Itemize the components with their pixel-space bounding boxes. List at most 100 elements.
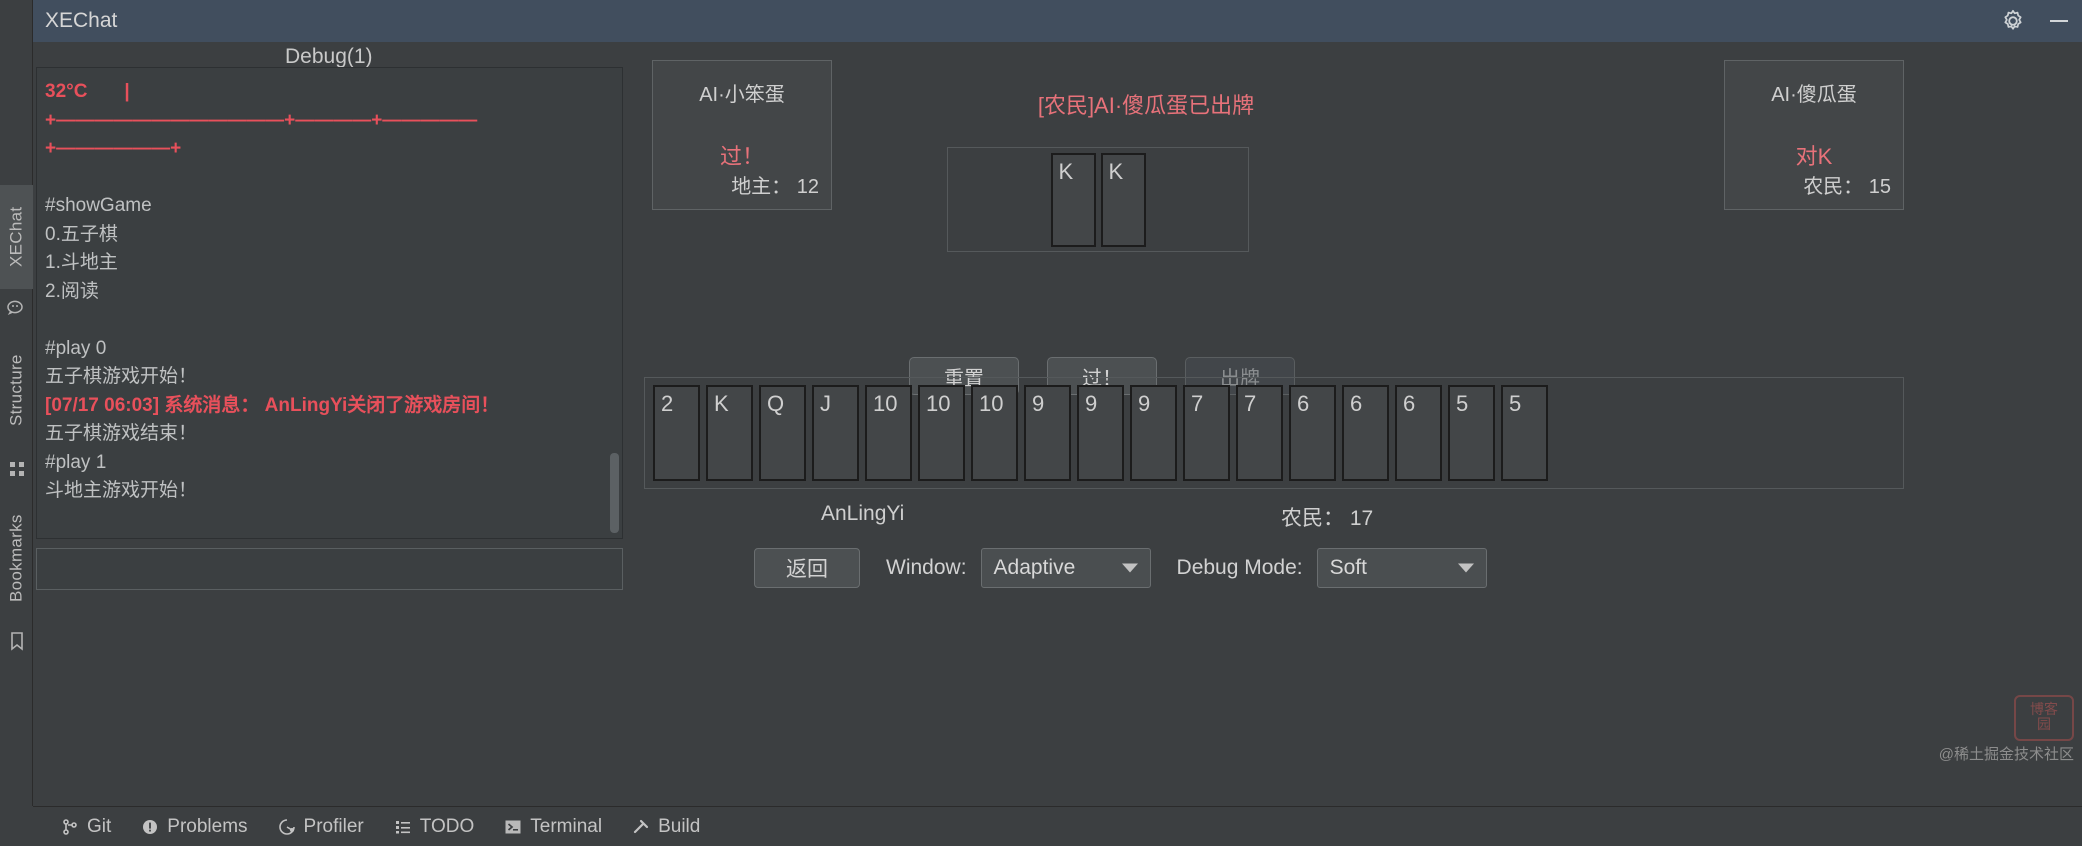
app-window: XEChat Structure Bookmarks XEChat Debug(… (0, 0, 2082, 846)
window-title-bar: XEChat (33, 0, 2082, 42)
wechat-icon[interactable] (0, 292, 33, 326)
gear-icon[interactable] (1990, 0, 2036, 42)
console-line: 五子棋游戏开始！ (45, 366, 198, 387)
hand-card[interactable]: 10 (971, 385, 1018, 481)
hand-card[interactable]: 7 (1183, 385, 1230, 481)
hand-card[interactable]: J (812, 385, 859, 481)
console-line: [07/17 06:03] 系统消息： AnLingYi关闭了游戏房间！ (45, 394, 500, 416)
git-branch-icon (61, 818, 79, 836)
structure-icon[interactable] (0, 452, 33, 486)
status-bar-item-problems[interactable]: Problems (141, 815, 248, 838)
hand-card[interactable]: 10 (865, 385, 912, 481)
tab-debug-label: Debug(1) (285, 45, 373, 68)
todo-list-icon (394, 818, 412, 836)
hand-card[interactable]: K (706, 385, 753, 481)
status-bar-item-terminal[interactable]: Terminal (504, 816, 602, 838)
console-line: 斗地主游戏开始！ (45, 480, 198, 501)
hand-card[interactable]: 6 (1289, 385, 1336, 481)
console-line: 0.五子棋 (45, 223, 118, 245)
console-scrollbar[interactable] (610, 453, 619, 533)
console-line: 32°C | (45, 81, 130, 102)
hand-card[interactable]: 10 (918, 385, 965, 481)
debug-mode-value: Soft (1329, 556, 1367, 579)
console-line: #play 1 (45, 451, 107, 473)
sidebar-item-structure[interactable]: Structure (0, 330, 33, 450)
sidebar-item-label: Bookmarks (6, 514, 26, 602)
ai-player-right: AI·傻瓜蛋 对K 农民： 15 (1724, 60, 1904, 210)
hand-card[interactable]: 5 (1448, 385, 1495, 481)
console-line: 2.阅读 (45, 280, 99, 302)
status-bar-item-label: Build (658, 815, 701, 837)
status-bar-item-todo[interactable]: TODO (394, 815, 475, 838)
profiler-icon (278, 818, 296, 836)
window-mode-label: Window: (886, 556, 967, 579)
ai-right-card-count: 农民： 15 (1803, 176, 1891, 198)
tab-debug[interactable]: Debug(1) (285, 45, 373, 69)
console-line: 1.斗地主 (45, 252, 118, 273)
chevron-down-icon (1457, 563, 1474, 573)
debug-mode-label: Debug Mode: (1176, 556, 1303, 579)
title-bar-actions (1990, 0, 2082, 42)
left-tool-strip: XEChat Structure Bookmarks (0, 0, 33, 806)
status-bar-item-git[interactable]: Git (61, 816, 111, 838)
problems-icon (141, 818, 159, 836)
window-mode-value: Adaptive (993, 556, 1076, 579)
ai-player-left: AI·小笨蛋 过！ 地主： 12 (652, 60, 832, 210)
sidebar-item-xechat[interactable]: XEChat (0, 185, 33, 289)
bottom-controls: 返回 Window: Adaptive Debug Mode: Soft (754, 548, 1487, 588)
hand-card[interactable]: 2 (653, 385, 700, 481)
played-cards-area: KK (947, 147, 1249, 252)
status-bar: Git Problems Profiler TODO Terminal Build (33, 806, 2082, 846)
status-bar-item-label: TODO (419, 815, 475, 837)
status-bar-item-build[interactable]: Build (632, 816, 700, 838)
console-line: +————————————+————+————— (45, 109, 478, 131)
player-hand-list: 2 K Q J 10 10 10 9 9 9 7 7 6 6 6 5 5 (653, 385, 1548, 481)
played-card: K (1050, 152, 1096, 247)
watermark-text: @稀土掘金技术社区 (1938, 746, 2074, 763)
sidebar-item-label: Structure (6, 354, 26, 426)
terminal-icon (504, 818, 522, 836)
ai-right-action: 对K (1795, 144, 1833, 169)
minimize-icon[interactable] (2036, 0, 2082, 42)
hand-card[interactable]: 6 (1342, 385, 1389, 481)
status-bar-item-label: Problems (167, 815, 248, 837)
window-mode-select[interactable]: Adaptive (980, 548, 1151, 588)
status-bar-item-label: Git (87, 815, 112, 837)
debug-mode-select[interactable]: Soft (1316, 548, 1487, 588)
hand-card[interactable]: 9 (1024, 385, 1071, 481)
bookmark-icon[interactable] (0, 624, 33, 658)
status-bar-item-label: Profiler (303, 815, 364, 837)
ai-right-name: AI·傻瓜蛋 (1771, 84, 1857, 106)
console-line: #showGame (45, 195, 152, 216)
sidebar-item-label: XEChat (6, 206, 26, 268)
player-card-count: 农民： 17 (1281, 507, 1374, 530)
console-line: 五子棋游戏结束！ (45, 423, 198, 444)
watermark-badge: 博客 园 (2014, 695, 2074, 741)
hand-card[interactable]: Q (759, 385, 806, 481)
sidebar-item-bookmarks[interactable]: Bookmarks (0, 494, 33, 622)
hand-card[interactable]: 6 (1395, 385, 1442, 481)
ai-left-card-count: 地主： 12 (731, 176, 819, 198)
hand-card[interactable]: 7 (1236, 385, 1283, 481)
watermark-badge-line2: 园 (2037, 716, 2051, 732)
played-cards-list: KK (948, 148, 1248, 251)
ai-left-action: 过！ (719, 144, 764, 169)
debug-console[interactable]: 32°C | +————————————+————+————— +——————+ #s… (36, 67, 623, 539)
player-name: AnLingYi (821, 502, 905, 525)
status-bar-item-profiler[interactable]: Profiler (278, 816, 364, 838)
game-status-message: [农民]AI·傻瓜蛋已出牌 (1037, 93, 1255, 118)
back-button[interactable]: 返回 (754, 548, 860, 588)
game-panel: AI·小笨蛋 过！ 地主： 12 AI·傻瓜蛋 对K 农民： 15 [农民]AI… (636, 42, 2082, 806)
chevron-down-icon (1121, 563, 1138, 573)
hand-card[interactable]: 9 (1130, 385, 1177, 481)
hand-card[interactable]: 9 (1077, 385, 1124, 481)
watermark: 博客 园 @稀土掘金技术社区 (1939, 695, 2074, 764)
console-line: #play 0 (45, 337, 107, 359)
watermark-badge-line1: 博客 (2030, 701, 2058, 717)
console-output: 32°C | +————————————+————+————— +——————+ #s… (37, 68, 622, 506)
hand-card[interactable]: 5 (1501, 385, 1548, 481)
console-line: +——————+ (45, 138, 182, 159)
command-input[interactable] (36, 548, 623, 590)
